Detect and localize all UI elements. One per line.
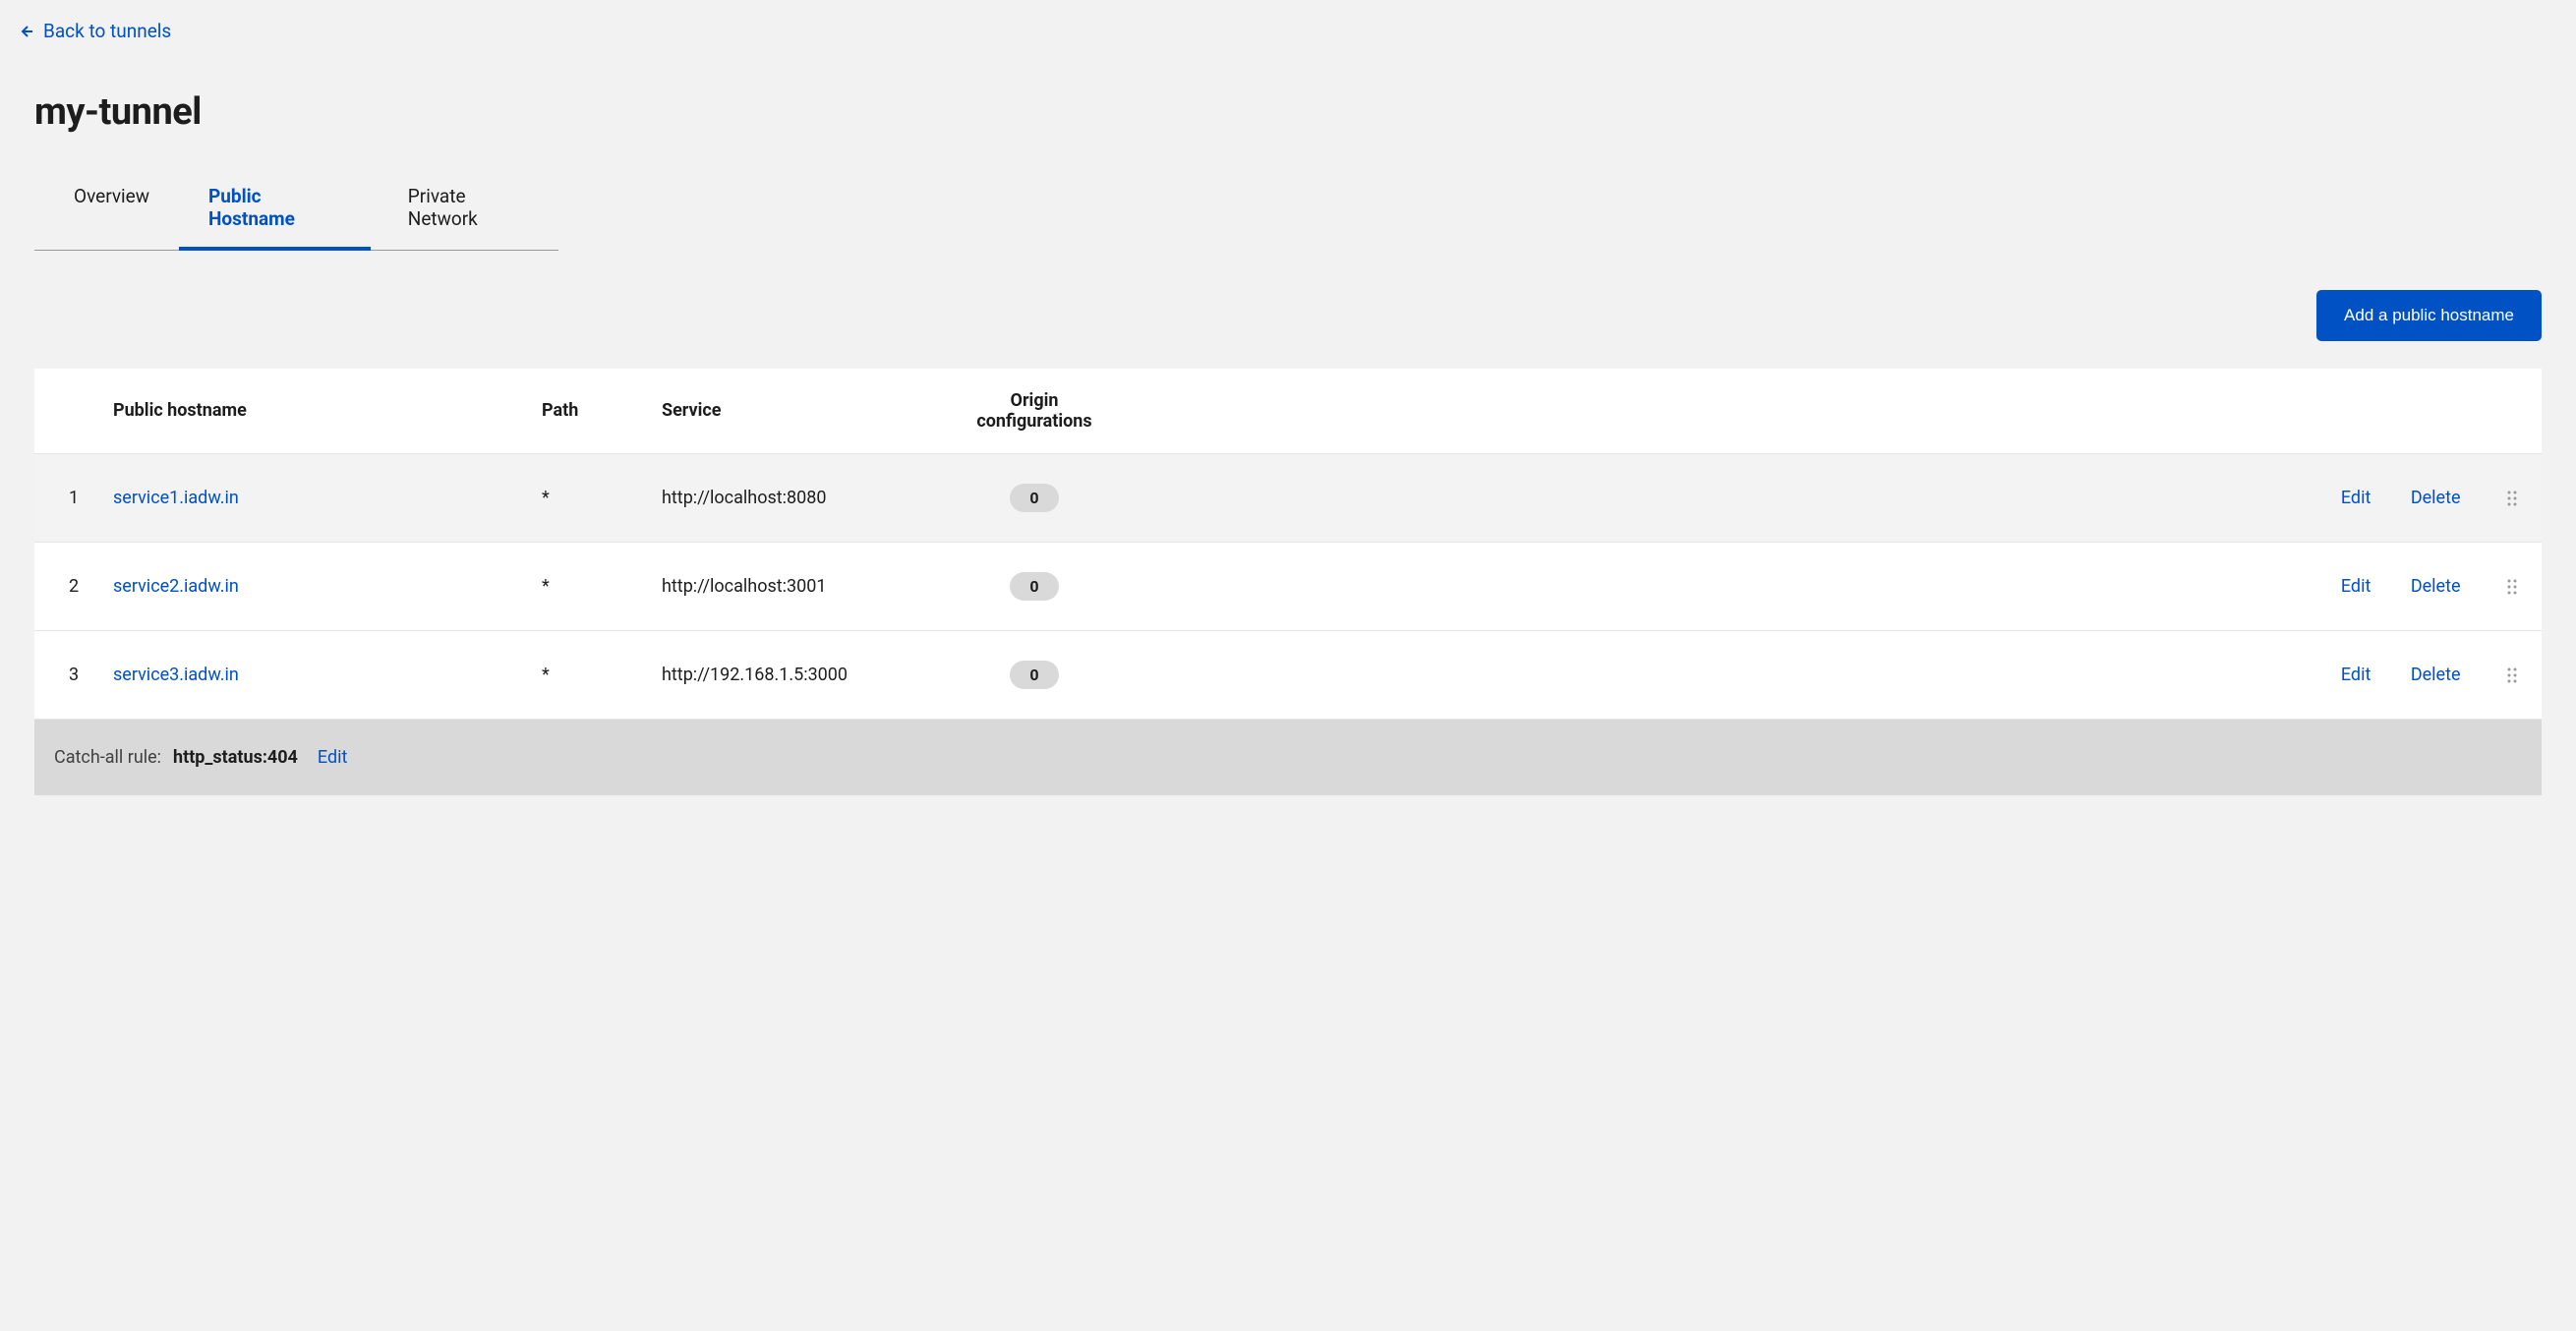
row-service: http://localhost:8080 [646,453,941,542]
origin-count-badge: 0 [1010,661,1058,689]
back-to-tunnels-link[interactable]: Back to tunnels [18,20,171,42]
button-row: Add a public hostname [34,290,2542,341]
row-service: http://192.168.1.5:3000 [646,630,941,719]
row-actions: Edit Delete [1128,542,2542,630]
col-origin-header: Origin configurations [941,369,1128,454]
hostname-link[interactable]: service3.iadw.in [113,665,239,685]
back-link-label: Back to tunnels [43,20,171,42]
row-origin: 0 [941,453,1128,542]
row-hostname: service2.iadw.in [113,542,526,630]
tab-label: Public Hostname [208,185,295,230]
col-hostname-header: Public hostname [113,369,526,454]
origin-count-badge: 0 [1010,484,1058,512]
row-actions: Edit Delete [1128,630,2542,719]
delete-link[interactable]: Delete [2411,665,2461,685]
row-service: http://localhost:3001 [646,542,941,630]
delete-link[interactable]: Delete [2411,488,2461,508]
catch-all-value: http_status:404 [173,747,298,768]
content-area: Add a public hostname Public hostname Pa… [34,290,2542,795]
row-path: * [526,453,646,542]
delete-link[interactable]: Delete [2411,576,2461,597]
tab-private-network[interactable]: Private Network [371,185,558,250]
catch-all-row: Catch-all rule: http_status:404 Edit [34,720,2542,795]
tab-public-hostname[interactable]: Public Hostname [179,185,371,250]
col-actions-header [1128,369,2542,454]
tabs: Overview Public Hostname Private Network [34,185,558,251]
row-origin: 0 [941,542,1128,630]
hostname-link[interactable]: service2.iadw.in [113,576,239,597]
row-index: 3 [34,630,113,719]
table-row: 2 service2.iadw.in * http://localhost:30… [34,542,2542,630]
row-index: 1 [34,453,113,542]
col-service-header: Service [646,369,941,454]
row-hostname: service1.iadw.in [113,453,526,542]
add-public-hostname-button[interactable]: Add a public hostname [2316,290,2542,341]
row-origin: 0 [941,630,1128,719]
row-index: 2 [34,542,113,630]
edit-link[interactable]: Edit [2341,488,2371,508]
table-row: 1 service1.iadw.in * http://localhost:80… [34,453,2542,542]
tab-overview[interactable]: Overview [34,185,179,250]
row-hostname: service3.iadw.in [113,630,526,719]
page-title: my-tunnel [34,90,2576,134]
hostname-table: Public hostname Path Service Origin conf… [34,369,2542,720]
col-path-header: Path [526,369,646,454]
col-index-header [34,369,113,454]
row-actions: Edit Delete [1128,453,2542,542]
arrow-left-icon [18,24,33,39]
origin-count-badge: 0 [1010,572,1058,601]
row-path: * [526,542,646,630]
table-row: 3 service3.iadw.in * http://192.168.1.5:… [34,630,2542,719]
row-path: * [526,630,646,719]
drag-handle-icon[interactable] [2506,666,2518,684]
drag-handle-icon[interactable] [2506,490,2518,507]
catch-all-label: Catch-all rule: [54,747,161,768]
drag-handle-icon[interactable] [2506,578,2518,596]
edit-link[interactable]: Edit [2341,576,2371,597]
tab-label: Overview [74,185,149,207]
edit-link[interactable]: Edit [2341,665,2371,685]
catch-all-edit-link[interactable]: Edit [318,747,347,768]
hostname-link[interactable]: service1.iadw.in [113,488,239,508]
tab-label: Private Network [408,185,478,230]
